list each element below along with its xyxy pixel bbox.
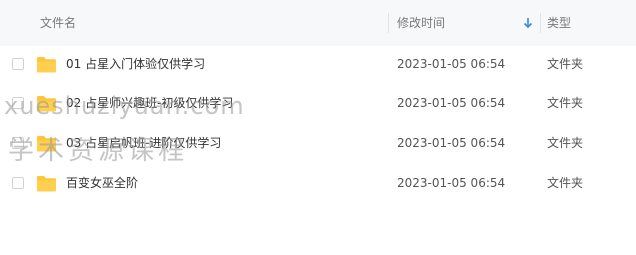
row-checkbox[interactable]: [12, 177, 24, 189]
file-row[interactable]: 03 占星启帆班-进阶仅供学习 2023-01-05 06:54 文件夹: [0, 123, 636, 163]
folder-icon: [37, 176, 56, 192]
sort-down-arrow-icon[interactable]: [522, 16, 534, 30]
file-list-header: 文件名 修改时间 类型: [0, 0, 636, 46]
folder-icon: [37, 136, 56, 152]
modified-time: 2023-01-05 06:54: [397, 96, 506, 110]
file-type: 文件夹: [547, 96, 584, 110]
column-header-type[interactable]: 类型: [547, 0, 571, 46]
modified-time: 2023-01-05 06:54: [397, 176, 506, 190]
column-divider[interactable]: [540, 13, 541, 33]
file-name[interactable]: 01 占星入门体验仅供学习: [66, 44, 205, 84]
file-row[interactable]: 02 占星师兴趣班-初级仅供学习 2023-01-05 06:54 文件夹: [0, 83, 636, 123]
file-name[interactable]: 03 占星启帆班-进阶仅供学习: [66, 123, 221, 163]
file-type: 文件夹: [547, 176, 584, 190]
modified-time: 2023-01-05 06:54: [397, 57, 506, 71]
file-name[interactable]: 02 占星师兴趣班-初级仅供学习: [66, 83, 233, 123]
file-type: 文件夹: [547, 136, 584, 150]
column-header-modified[interactable]: 修改时间: [397, 0, 445, 46]
column-header-name[interactable]: 文件名: [40, 0, 76, 46]
folder-icon: [37, 57, 56, 73]
row-checkbox[interactable]: [12, 97, 24, 109]
modified-time: 2023-01-05 06:54: [397, 136, 506, 150]
column-divider[interactable]: [388, 13, 389, 33]
file-row[interactable]: 百变女巫全阶 2023-01-05 06:54 文件夹: [0, 163, 636, 203]
file-row[interactable]: 01 占星入门体验仅供学习 2023-01-05 06:54 文件夹: [0, 44, 636, 84]
row-checkbox[interactable]: [12, 137, 24, 149]
file-name[interactable]: 百变女巫全阶: [66, 163, 138, 203]
row-checkbox[interactable]: [12, 58, 24, 70]
folder-icon: [37, 96, 56, 112]
file-type: 文件夹: [547, 57, 584, 71]
